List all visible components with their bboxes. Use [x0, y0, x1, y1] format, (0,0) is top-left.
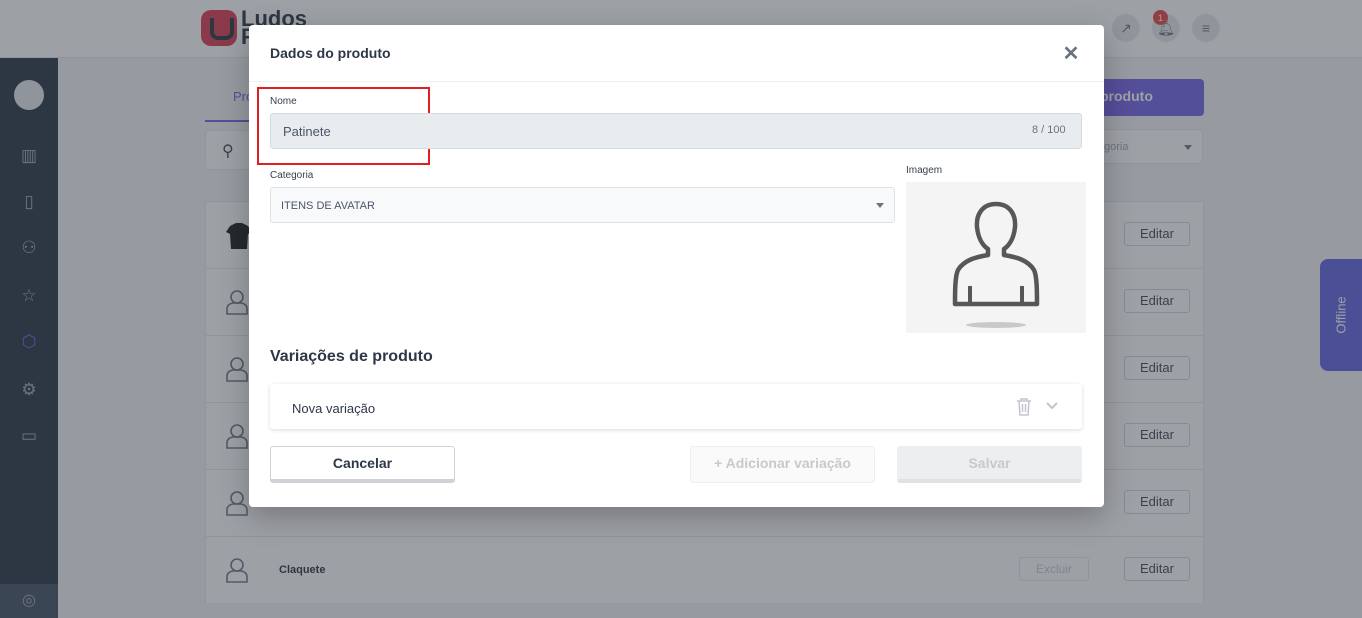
name-label: Nome	[270, 96, 297, 107]
cancel-button[interactable]: Cancelar	[270, 446, 455, 483]
modal-header: Dados do produto ✕	[249, 25, 1104, 82]
product-modal: Dados do produto ✕ Nome Patinete 8 / 100…	[249, 25, 1104, 507]
category-select[interactable]: ITENS DE AVATAR	[270, 187, 895, 223]
avatar-placeholder-icon	[952, 201, 1040, 328]
close-icon[interactable]: ✕	[1059, 42, 1083, 66]
name-char-counter: 8 / 100	[1032, 124, 1066, 136]
chevron-down-icon[interactable]	[1046, 401, 1058, 411]
variations-title: Variações de produto	[270, 348, 433, 365]
add-variation-button[interactable]: + Adicionar variação	[690, 446, 875, 483]
image-label: Imagem	[906, 165, 943, 176]
product-image[interactable]	[906, 182, 1086, 333]
save-button[interactable]: Salvar	[897, 446, 1082, 483]
category-label: Categoria	[270, 170, 314, 181]
trash-icon[interactable]	[1016, 398, 1032, 416]
variation-item[interactable]: Nova variação	[270, 384, 1082, 429]
name-input[interactable]: Patinete	[270, 113, 1082, 149]
modal-title: Dados do produto	[270, 45, 391, 61]
variation-label: Nova variação	[292, 401, 376, 416]
